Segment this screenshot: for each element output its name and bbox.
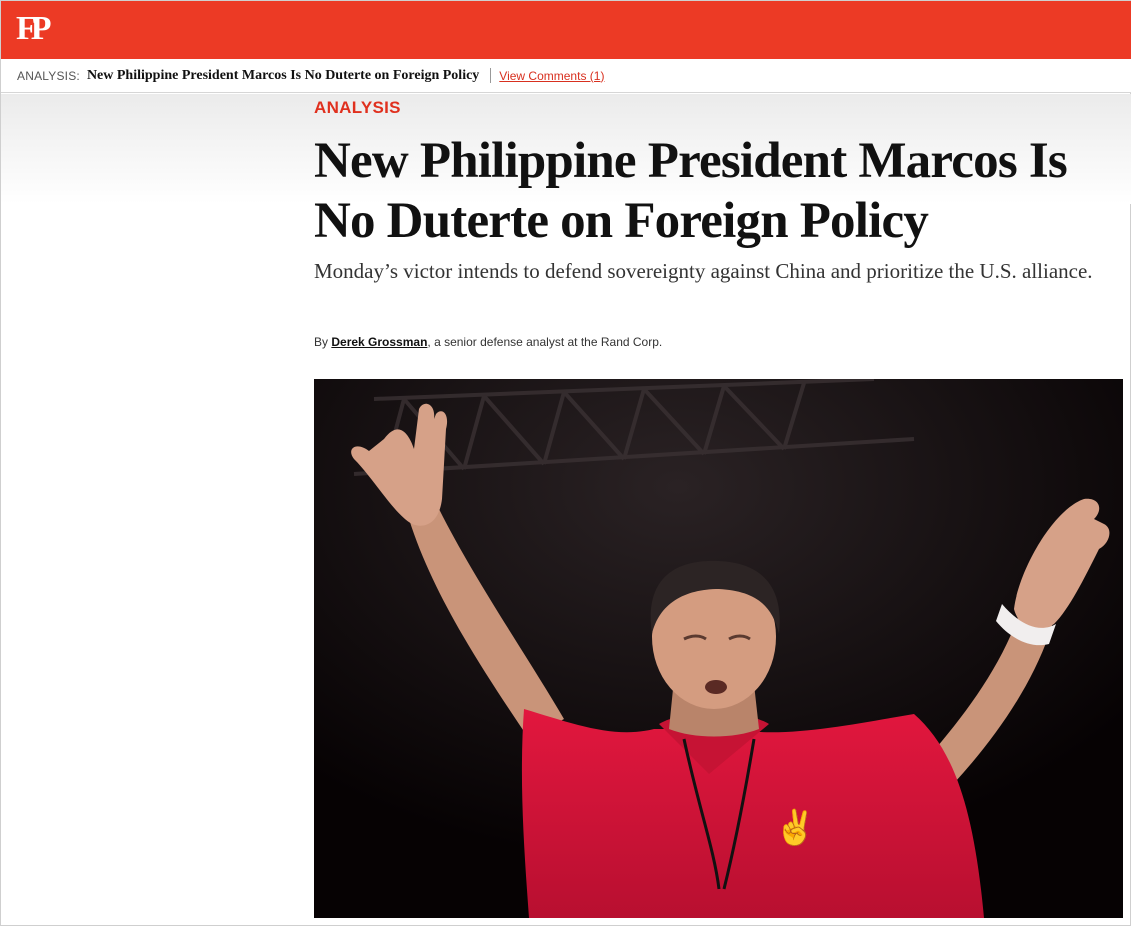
article-headline: New Philippine President Marcos Is No Du…	[314, 133, 1068, 249]
byline-suffix: , a senior defense analyst at the Rand C…	[427, 335, 663, 349]
fp-logo[interactable]: FP	[16, 9, 51, 49]
byline: By Derek Grossman, a senior defense anal…	[314, 335, 662, 349]
sticky-title: New Philippine President Marcos Is No Du…	[86, 67, 480, 83]
svg-text:✌: ✌	[774, 807, 816, 848]
sticky-article-bar: ANALYSIS: New Philippine President Marco…	[1, 59, 1131, 93]
site-header: FP	[1, 1, 1131, 59]
view-comments-link[interactable]: View Comments (1)	[499, 69, 604, 83]
article-kicker[interactable]: ANALYSIS	[314, 98, 401, 118]
sticky-kicker: ANALYSIS:	[17, 68, 80, 83]
byline-prefix: By	[314, 335, 329, 349]
article-dek: Monday’s victor intends to defend sovere…	[314, 259, 1093, 283]
hero-photo-illustration: ✌	[314, 379, 1123, 918]
author-link[interactable]: Derek Grossman	[331, 335, 427, 349]
hero-image: ✌	[314, 379, 1123, 918]
divider	[490, 68, 492, 83]
